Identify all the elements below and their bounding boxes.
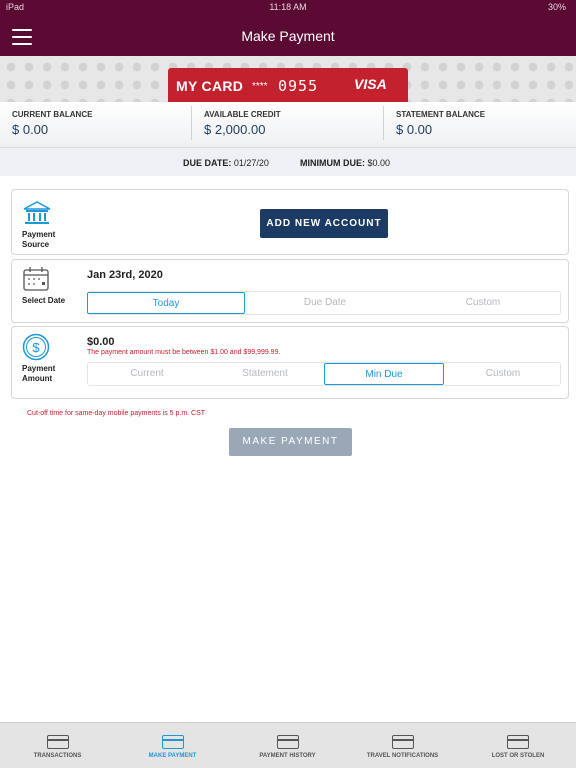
card-alert-icon (507, 735, 529, 749)
status-bar: iPad 11:18 AM 30% (0, 0, 576, 14)
date-options: Today Due Date Custom (87, 291, 561, 315)
payment-amount-label-line1: Payment (22, 364, 56, 373)
amount-option-custom[interactable]: Custom (444, 363, 562, 385)
app-header: iPad 11:18 AM 30% Make Payment (0, 0, 576, 56)
date-option-due-date[interactable]: Due Date (246, 292, 404, 314)
battery-text: 30% (547, 2, 566, 12)
card-last4: 0955 (278, 77, 319, 95)
calendar-icon (23, 267, 49, 291)
statement-balance-label: STATEMENT BALANCE (396, 110, 486, 119)
page-title: Make Payment (241, 28, 335, 44)
select-date-panel: Select Date Jan 23rd, 2020 Today Due Dat… (11, 259, 569, 323)
tab-make-payment[interactable]: MAKE PAYMENT (115, 723, 230, 768)
payment-amount-label-line2: Amount (22, 374, 53, 383)
card-selector[interactable]: MY CARD **** 0955 VISA (168, 68, 408, 102)
available-credit-label: AVAILABLE CREDIT (204, 110, 281, 119)
visa-logo: VISA (354, 76, 387, 92)
tab-label: PAYMENT HISTORY (259, 753, 316, 759)
due-date-value: 01/27/20 (233, 158, 269, 168)
status-time: 11:18 AM (269, 2, 307, 12)
current-balance-label: CURRENT BALANCE (12, 110, 93, 119)
payment-amount-panel: $ Payment Amount $0.00 The payment amoun… (11, 326, 569, 399)
tab-bar: TRANSACTIONS MAKE PAYMENT PAYMENT HISTOR… (0, 722, 576, 768)
due-row: DUE DATE: 01/27/20 MINIMUM DUE: $0.00 (0, 148, 576, 176)
tab-label: TRANSACTIONS (33, 753, 82, 759)
card-plane-icon (392, 735, 414, 749)
payment-source-label-line2: Source (22, 240, 50, 249)
current-balance-value: $ 0.00 (12, 122, 49, 137)
card-name: MY CARD (176, 78, 244, 94)
tab-label: LOST OR STOLEN (491, 753, 545, 759)
divider (191, 106, 192, 140)
calendar-icon (277, 735, 299, 749)
amount-option-statement[interactable]: Statement (206, 363, 324, 385)
payment-source-label: Payment Source (22, 230, 55, 250)
payment-amount-error: The payment amount must be between $1.00… (87, 349, 281, 356)
date-option-custom[interactable]: Custom (404, 292, 562, 314)
tab-payment-history[interactable]: PAYMENT HISTORY (230, 723, 345, 768)
amount-options: Current Statement Min Due Custom (87, 362, 561, 386)
add-new-account-button[interactable]: ADD NEW ACCOUNT (260, 209, 388, 238)
available-credit-value: $ 2,000.00 (204, 122, 266, 137)
cutoff-note: Cut-off time for same-day mobile payment… (27, 410, 206, 417)
select-date-label: Select Date (22, 296, 66, 305)
bank-icon (23, 201, 51, 224)
dollar-coin-icon: $ (22, 333, 50, 361)
payment-amount-label: Payment Amount (22, 364, 55, 384)
balances-bar: CURRENT BALANCE $ 0.00 AVAILABLE CREDIT … (0, 102, 576, 148)
statement-balance-value: $ 0.00 (396, 122, 433, 137)
amount-option-min-due[interactable]: Min Due (324, 363, 444, 385)
due-date-label: DUE DATE: (183, 158, 232, 168)
minimum-due: MINIMUM DUE: $0.00 (300, 158, 390, 168)
due-date: DUE DATE: 01/27/20 (183, 158, 269, 168)
tab-label: MAKE PAYMENT (148, 753, 197, 759)
tab-transactions[interactable]: TRANSACTIONS (0, 723, 115, 768)
svg-text:$: $ (32, 340, 40, 355)
date-option-today[interactable]: Today (87, 292, 245, 314)
tab-label: TRAVEL NOTIFICATIONS (366, 753, 439, 759)
card-mask: **** (252, 81, 268, 92)
make-payment-button[interactable]: MAKE PAYMENT (229, 428, 352, 456)
min-due-value: $0.00 (367, 158, 391, 168)
tab-lost-or-stolen[interactable]: LOST OR STOLEN (460, 723, 576, 768)
card-icon (162, 735, 184, 749)
amount-option-current[interactable]: Current (88, 363, 206, 385)
card-icon (47, 735, 69, 749)
selected-date: Jan 23rd, 2020 (87, 269, 163, 281)
tab-travel-notifications[interactable]: TRAVEL NOTIFICATIONS (345, 723, 460, 768)
divider (383, 106, 384, 140)
payment-source-panel: Payment Source ADD NEW ACCOUNT (11, 189, 569, 255)
payment-source-label-line1: Payment (22, 230, 56, 239)
payment-amount-value[interactable]: $0.00 (87, 336, 115, 348)
min-due-label: MINIMUM DUE: (300, 158, 365, 168)
